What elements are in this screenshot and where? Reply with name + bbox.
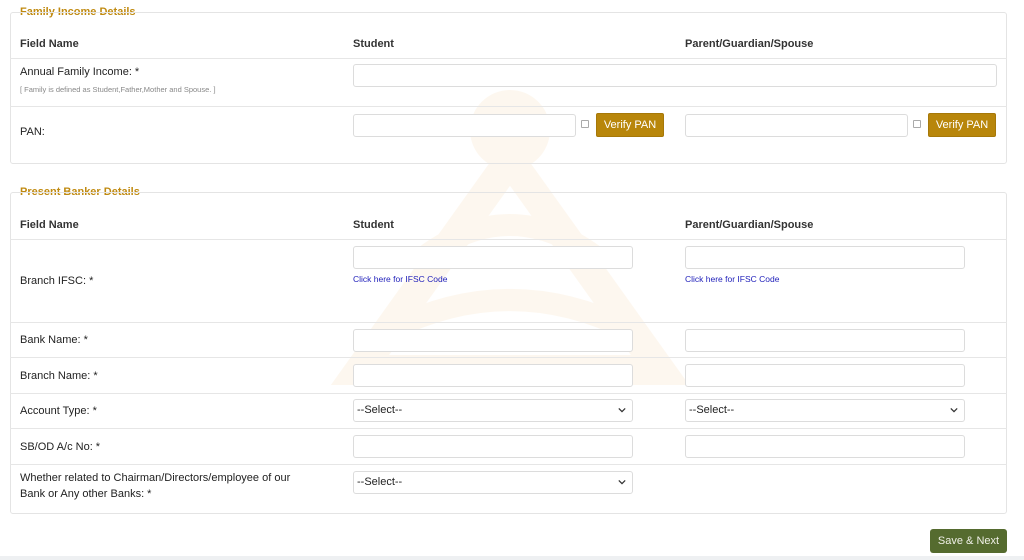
header-student: Student	[353, 219, 394, 231]
ifsc-student-input[interactable]	[353, 246, 633, 269]
account-type-label: Account Type: *	[20, 405, 97, 417]
divider	[10, 464, 1007, 465]
bank-name-student-input[interactable]	[353, 329, 633, 352]
bottom-strip	[0, 556, 1024, 560]
ifsc-parent-link[interactable]: Click here for IFSC Code	[685, 274, 779, 284]
chevron-down-icon	[618, 479, 626, 485]
banker-details-panel	[10, 192, 1007, 514]
header-field-name: Field Name	[20, 38, 79, 50]
account-type-parent-select[interactable]: --Select--	[685, 399, 965, 422]
related-label-line2: Bank or Any other Banks: *	[20, 488, 152, 500]
account-number-label: SB/OD A/c No: *	[20, 441, 101, 453]
bank-name-parent-input[interactable]	[685, 329, 965, 352]
branch-name-student-input[interactable]	[353, 364, 633, 387]
related-select[interactable]: --Select--	[353, 471, 633, 494]
annual-income-label: Annual Family Income: *	[20, 66, 140, 78]
divider	[10, 357, 1007, 358]
header-student: Student	[353, 38, 394, 50]
divider	[10, 393, 1007, 394]
verify-pan-parent-button[interactable]: Verify PAN	[928, 113, 996, 137]
save-next-button[interactable]: Save & Next	[930, 529, 1007, 553]
chevron-down-icon	[618, 407, 626, 413]
divider	[10, 428, 1007, 429]
account-number-student-input[interactable]	[353, 435, 633, 458]
pan-student-checkbox[interactable]	[581, 120, 589, 128]
divider	[10, 239, 1007, 240]
header-parent: Parent/Guardian/Spouse	[685, 219, 814, 231]
ifsc-parent-input[interactable]	[685, 246, 965, 269]
related-select-value: --Select--	[357, 476, 403, 488]
verify-pan-student-button[interactable]: Verify PAN	[596, 113, 664, 137]
account-type-parent-value: --Select--	[689, 404, 735, 416]
pan-student-input[interactable]	[353, 114, 576, 137]
account-number-parent-input[interactable]	[685, 435, 965, 458]
pan-label: PAN:	[20, 126, 45, 138]
branch-name-label: Branch Name: *	[20, 370, 98, 382]
header-field-name: Field Name	[20, 219, 79, 231]
bank-name-label: Bank Name: *	[20, 334, 88, 346]
branch-ifsc-label: Branch IFSC: *	[20, 275, 94, 287]
pan-parent-input[interactable]	[685, 114, 908, 137]
divider	[10, 58, 1007, 59]
chevron-down-icon	[950, 407, 958, 413]
account-type-student-value: --Select--	[357, 404, 403, 416]
divider	[10, 106, 1007, 107]
annual-income-input[interactable]	[353, 64, 997, 87]
header-parent: Parent/Guardian/Spouse	[685, 38, 814, 50]
divider	[10, 322, 1007, 323]
pan-parent-checkbox[interactable]	[913, 120, 921, 128]
account-type-student-select[interactable]: --Select--	[353, 399, 633, 422]
branch-name-parent-input[interactable]	[685, 364, 965, 387]
ifsc-student-link[interactable]: Click here for IFSC Code	[353, 274, 447, 284]
annual-income-note: [ Family is defined as Student,Father,Mo…	[20, 85, 216, 94]
related-label-line1: Whether related to Chairman/Directors/em…	[20, 472, 291, 484]
